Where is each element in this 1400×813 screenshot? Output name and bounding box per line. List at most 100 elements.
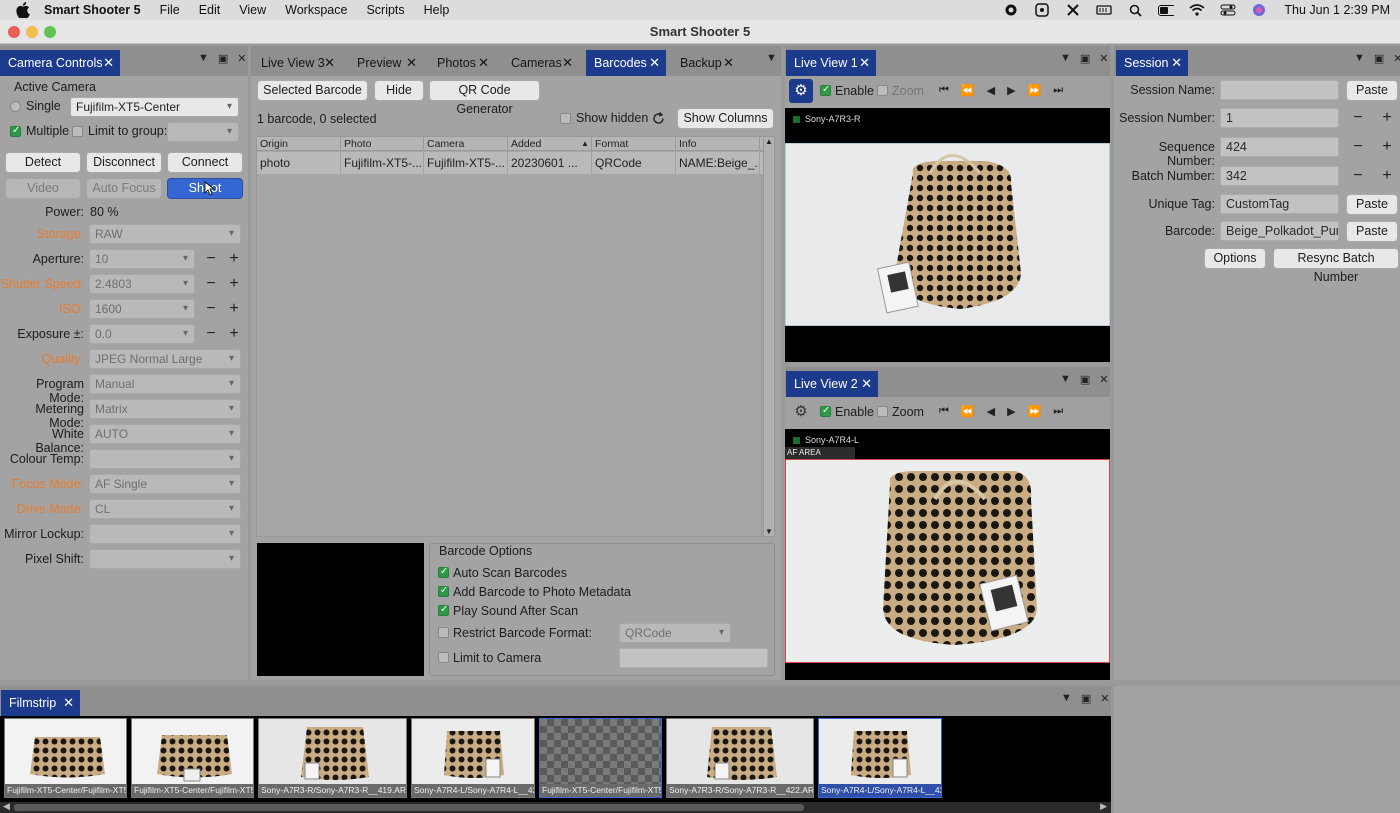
unique-tag-field[interactable]: CustomTag (1220, 194, 1339, 214)
close-icon[interactable]: ✕ (324, 50, 335, 76)
multiple-checkbox[interactable] (10, 125, 21, 137)
close-icon[interactable]: ✕ (723, 50, 734, 76)
resync-batch-number-button[interactable]: Resync Batch Number (1273, 248, 1399, 284)
maximize-pane-icon[interactable]: ▣ (1080, 373, 1090, 386)
shutter-speed-select[interactable]: 2.4803 (89, 274, 195, 294)
auto-focus-button[interactable]: Auto Focus (86, 178, 162, 199)
session-number-decrease-button[interactable]: − (1352, 110, 1364, 126)
table-row[interactable]: photo Fujifilm-XT5-... Fujifilm-XT5-... … (257, 152, 763, 174)
table-scrollbar[interactable]: ▲ ▼ (763, 136, 775, 537)
close-icon[interactable]: ✕ (649, 50, 660, 76)
batch-number-field[interactable]: 342 (1220, 166, 1339, 186)
filmstrip-thumbnail[interactable]: Fujifilm-XT5-Center/Fujifilm-XT5-C (131, 718, 254, 798)
menu-workspace[interactable]: Workspace (285, 3, 347, 17)
filmstrip-thumbnail[interactable]: Sony-A7R4-L/Sony-A7R4-L__423.A (818, 718, 942, 798)
exposure-select[interactable]: 0.0 (89, 324, 195, 344)
tab-overflow-icon[interactable]: ▼ (766, 52, 777, 64)
scroll-left-icon[interactable]: ◀ (3, 801, 10, 812)
limit-camera-checkbox[interactable] (438, 652, 449, 663)
pane-menu-icon[interactable]: ▼ (1061, 692, 1072, 705)
maximize-pane-icon[interactable]: ▣ (1080, 52, 1090, 65)
qr-code-generator-button[interactable]: QR Code Generator (429, 80, 540, 116)
aperture-increase-button[interactable]: + (228, 251, 240, 267)
close-icon[interactable]: ✕ (859, 50, 870, 76)
focus-step-back-icon[interactable]: ◀ (987, 405, 995, 418)
maximize-pane-icon[interactable]: ▣ (218, 52, 228, 65)
exposure-increase-button[interactable]: + (228, 326, 240, 342)
zoom-checkbox[interactable] (877, 406, 888, 417)
maximize-window-icon[interactable] (44, 26, 56, 38)
auto-scan-checkbox[interactable] (438, 566, 449, 578)
aperture-select[interactable]: 10 (89, 249, 195, 269)
column-camera[interactable]: Camera (424, 137, 508, 151)
column-format[interactable]: Format (592, 137, 676, 151)
shutter-increase-button[interactable]: + (228, 276, 240, 292)
options-button[interactable]: Options (1204, 248, 1266, 269)
gear-icon[interactable]: ⚙ (789, 400, 813, 424)
session-number-field[interactable]: 1 (1220, 108, 1339, 128)
pane-menu-icon[interactable]: ▼ (1060, 373, 1071, 386)
column-info[interactable]: Info (676, 137, 760, 151)
menubar-clock[interactable]: Thu Jun 1 2:39 PM (1284, 3, 1390, 17)
live-view-2-frame[interactable]: Sony-A7R4-L AF AREA (785, 429, 1110, 680)
selected-barcode-button[interactable]: Selected Barcode (257, 80, 368, 101)
column-photo[interactable]: Photo (341, 137, 424, 151)
close-icon[interactable]: ✕ (1171, 50, 1182, 76)
paste-unique-tag-button[interactable]: Paste (1346, 194, 1398, 215)
limit-camera-field[interactable] (619, 648, 768, 668)
batch-number-increase-button[interactable]: + (1381, 168, 1393, 184)
focus-back-icon[interactable]: ⏪ (961, 405, 975, 418)
close-icon[interactable]: ✕ (861, 371, 872, 397)
drive-mode-select[interactable]: CL (89, 499, 241, 519)
close-window-icon[interactable] (8, 26, 20, 38)
limit-to-group-checkbox[interactable] (72, 126, 83, 137)
menu-app-name[interactable]: Smart Shooter 5 (44, 3, 141, 17)
close-icon[interactable]: ✕ (478, 50, 489, 76)
focus-forward-icon[interactable]: ⏩ (1028, 405, 1042, 418)
tab-session[interactable]: Session ✕ (1116, 50, 1188, 76)
scroll-right-icon[interactable]: ▶ (1100, 801, 1107, 812)
play-icon[interactable]: ▶ (1007, 405, 1015, 418)
white-balance-select[interactable]: AUTO (89, 424, 241, 444)
exposure-decrease-button[interactable]: − (205, 326, 217, 342)
spotlight-search-icon[interactable] (1127, 4, 1143, 17)
play-sound-checkbox[interactable] (438, 604, 449, 616)
maximize-pane-icon[interactable]: ▣ (1374, 52, 1384, 65)
tab-backup[interactable]: Backup ✕ (672, 50, 740, 76)
iso-increase-button[interactable]: + (228, 301, 240, 317)
sequence-number-decrease-button[interactable]: − (1352, 139, 1364, 155)
video-button[interactable]: Video (5, 178, 81, 199)
show-hidden-checkbox[interactable] (560, 113, 571, 124)
tab-cameras[interactable]: Cameras ✕ (503, 50, 579, 76)
menu-file[interactable]: File (160, 3, 180, 17)
filmstrip-scrollbar[interactable]: ◀ ▶ (0, 801, 1111, 813)
menu-edit[interactable]: Edit (199, 3, 221, 17)
filmstrip-thumbnail[interactable]: Sony-A7R3-R/Sony-A7R3-R__419.ARW (258, 718, 407, 798)
camera-select[interactable]: Fujifilm-XT5-Center (70, 97, 239, 117)
filmstrip-thumbnail[interactable]: Sony-A7R3-R/Sony-A7R3-R__422.ARW (666, 718, 814, 798)
screen-capture-icon[interactable] (1034, 3, 1050, 17)
barcode-format-select[interactable]: QRCode (619, 623, 731, 643)
colour-temp-select[interactable] (89, 449, 241, 469)
enable-checkbox[interactable] (820, 84, 831, 96)
wifi-icon[interactable] (1189, 4, 1205, 16)
sequence-number-field[interactable]: 424 (1220, 137, 1339, 157)
paste-barcode-button[interactable]: Paste (1346, 221, 1398, 242)
record-icon[interactable] (1003, 4, 1019, 16)
column-added[interactable]: Added (508, 137, 592, 151)
disconnect-button[interactable]: Disconnect (86, 152, 162, 173)
siri-icon[interactable] (1251, 4, 1267, 16)
scroll-up-icon[interactable]: ▲ (765, 137, 773, 146)
filmstrip-thumbnail[interactable]: Fujifilm-XT5-Center/Fujifilm-XT5-C (4, 718, 127, 798)
close-icon[interactable]: ✕ (562, 50, 573, 76)
restrict-format-checkbox[interactable] (438, 627, 449, 638)
mirror-lockup-select[interactable] (89, 524, 241, 544)
focus-step-back-icon[interactable]: ◀ (987, 84, 995, 97)
pane-menu-icon[interactable]: ▼ (198, 52, 209, 65)
zoom-checkbox[interactable] (877, 85, 888, 96)
quality-select[interactable]: JPEG Normal Large (89, 349, 241, 369)
menu-view[interactable]: View (239, 3, 266, 17)
apple-icon[interactable] (14, 2, 32, 18)
menu-scripts[interactable]: Scripts (366, 3, 404, 17)
close-pane-icon[interactable]: ✕ (1393, 52, 1400, 65)
